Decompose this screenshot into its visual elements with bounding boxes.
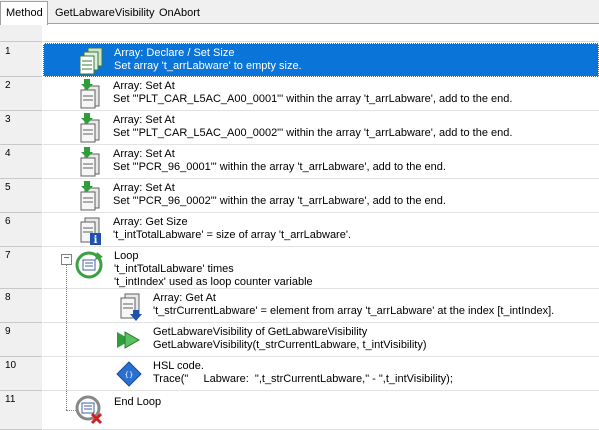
step-detail: GetLabwareVisibility(t_strCurrentLabware… bbox=[153, 339, 427, 351]
step-title: Loop bbox=[114, 250, 139, 262]
step-detail: Set '"PLT_CAR_L5AC_A00_0001"' within the… bbox=[113, 93, 513, 105]
array-get-at-icon bbox=[113, 290, 145, 322]
tab-bar: Method GetLabwareVisibility OnAbort bbox=[0, 0, 599, 25]
editor-header bbox=[43, 25, 599, 42]
svg-text:i: i bbox=[94, 235, 98, 246]
step-title: Array: Set At bbox=[113, 80, 175, 92]
step-content[interactable]: Array: Set At Set '"PCR_96_0001"' within… bbox=[43, 145, 599, 179]
array-get-size-icon: i bbox=[73, 214, 105, 246]
step-row[interactable]: 1 Array: Declare / Set Size Set array 't… bbox=[0, 43, 599, 77]
array-set-at-icon bbox=[73, 146, 105, 178]
step-row[interactable]: 11 End Loop bbox=[0, 391, 599, 430]
step-title: Array: Set At bbox=[113, 148, 175, 160]
step-content[interactable]: GetLabwareVisibility of GetLabwareVisibi… bbox=[43, 323, 599, 357]
step-row[interactable]: 6 i Array: Get Size 't_intTotalLabware' … bbox=[0, 213, 599, 247]
step-row[interactable]: 9 GetLabwareVisibility of GetLabwareVisi… bbox=[0, 323, 599, 357]
step-title: Array: Get At bbox=[153, 292, 216, 304]
loop-icon bbox=[73, 249, 105, 281]
step-number: 2 bbox=[0, 77, 42, 111]
tab-getlabwarevisibility[interactable]: GetLabwareVisibility bbox=[50, 3, 159, 24]
step-detail: Trace(" Labware: ",t_strCurrentLabware,"… bbox=[153, 373, 453, 385]
step-number: 10 bbox=[0, 357, 42, 391]
array-set-at-icon bbox=[73, 78, 105, 110]
step-title: HSL code. bbox=[153, 360, 204, 372]
step-number: 5 bbox=[0, 179, 42, 213]
step-row[interactable]: 2 Array: Set At Set '"PLT_CAR_L5AC_A00_0… bbox=[0, 77, 599, 111]
step-title: GetLabwareVisibility of GetLabwareVisibi… bbox=[153, 326, 368, 338]
step-title: End Loop bbox=[114, 396, 162, 408]
step-detail: 't_strCurrentLabware' = element from arr… bbox=[153, 305, 555, 317]
step-number: 7 bbox=[0, 247, 42, 289]
step-row[interactable]: 5 Array: Set At Set '"PCR_96_0002"' with… bbox=[0, 179, 599, 213]
step-content[interactable]: Loop 't_intTotalLabware' times 't_intInd… bbox=[43, 247, 599, 289]
step-detail: 't_intTotalLabware' = size of array 't_a… bbox=[113, 229, 351, 241]
step-detail: Set array 't_arrLabware' to empty size. bbox=[114, 60, 302, 72]
step-row[interactable]: 3 Array: Set At Set '"PLT_CAR_L5AC_A00_0… bbox=[0, 111, 599, 145]
step-content[interactable]: i Array: Get Size 't_intTotalLabware' = … bbox=[43, 213, 599, 247]
gutter-header bbox=[0, 25, 42, 42]
step-detail: 't_intTotalLabware' times bbox=[114, 263, 234, 275]
step-row[interactable]: 8 Array: Get At 't_strCurrentLabware' = … bbox=[0, 289, 599, 323]
step-number: 9 bbox=[0, 323, 42, 357]
step-detail-2: 't_intIndex' used as loop counter variab… bbox=[114, 276, 313, 288]
step-content[interactable]: Array: Set At Set '"PLT_CAR_L5AC_A00_000… bbox=[43, 111, 599, 145]
collapse-loop-button[interactable]: − bbox=[61, 254, 72, 265]
step-title: Array: Set At bbox=[113, 182, 175, 194]
array-declare-icon bbox=[74, 45, 106, 77]
step-number: 1 bbox=[0, 43, 42, 77]
step-detail: Set '"PCR_96_0002"' within the array 't_… bbox=[113, 195, 446, 207]
step-detail: Set '"PLT_CAR_L5AC_A00_0002"' within the… bbox=[113, 127, 513, 139]
step-row[interactable]: 4 Array: Set At Set '"PCR_96_0001"' with… bbox=[0, 145, 599, 179]
step-number: 3 bbox=[0, 111, 42, 145]
step-title: Array: Get Size bbox=[113, 216, 188, 228]
step-content[interactable]: {} HSL code. Trace(" Labware: ",t_strCur… bbox=[43, 357, 599, 391]
svg-text:{}: {} bbox=[125, 371, 134, 379]
step-row[interactable]: 10 {} HSL code. Trace(" Labware: ",t_str… bbox=[0, 357, 599, 391]
tab-method[interactable]: Method bbox=[0, 1, 48, 25]
array-set-at-icon bbox=[73, 112, 105, 144]
step-number: 6 bbox=[0, 213, 42, 247]
step-row[interactable]: 7 Loop 't_intTotalLabware' times 't_intI… bbox=[0, 247, 599, 289]
hsl-code-icon: {} bbox=[113, 358, 145, 390]
step-content[interactable]: End Loop bbox=[43, 391, 599, 430]
tab-onabort[interactable]: OnAbort bbox=[154, 3, 205, 24]
step-content[interactable]: Array: Declare / Set Size Set array 't_a… bbox=[43, 43, 599, 77]
step-number: 8 bbox=[0, 289, 42, 323]
step-content[interactable]: Array: Get At 't_strCurrentLabware' = el… bbox=[43, 289, 599, 323]
array-set-at-icon bbox=[73, 180, 105, 212]
step-number: 4 bbox=[0, 145, 42, 179]
step-number: 11 bbox=[0, 391, 42, 430]
step-content[interactable]: Array: Set At Set '"PCR_96_0002"' within… bbox=[43, 179, 599, 213]
step-title: Array: Declare / Set Size bbox=[114, 47, 235, 59]
step-content[interactable]: Array: Set At Set '"PLT_CAR_L5AC_A00_000… bbox=[43, 77, 599, 111]
end-loop-icon bbox=[73, 393, 105, 425]
step-detail: Set '"PCR_96_0001"' within the array 't_… bbox=[113, 161, 446, 173]
submethod-call-icon bbox=[113, 324, 145, 356]
step-title: Array: Set At bbox=[113, 114, 175, 126]
